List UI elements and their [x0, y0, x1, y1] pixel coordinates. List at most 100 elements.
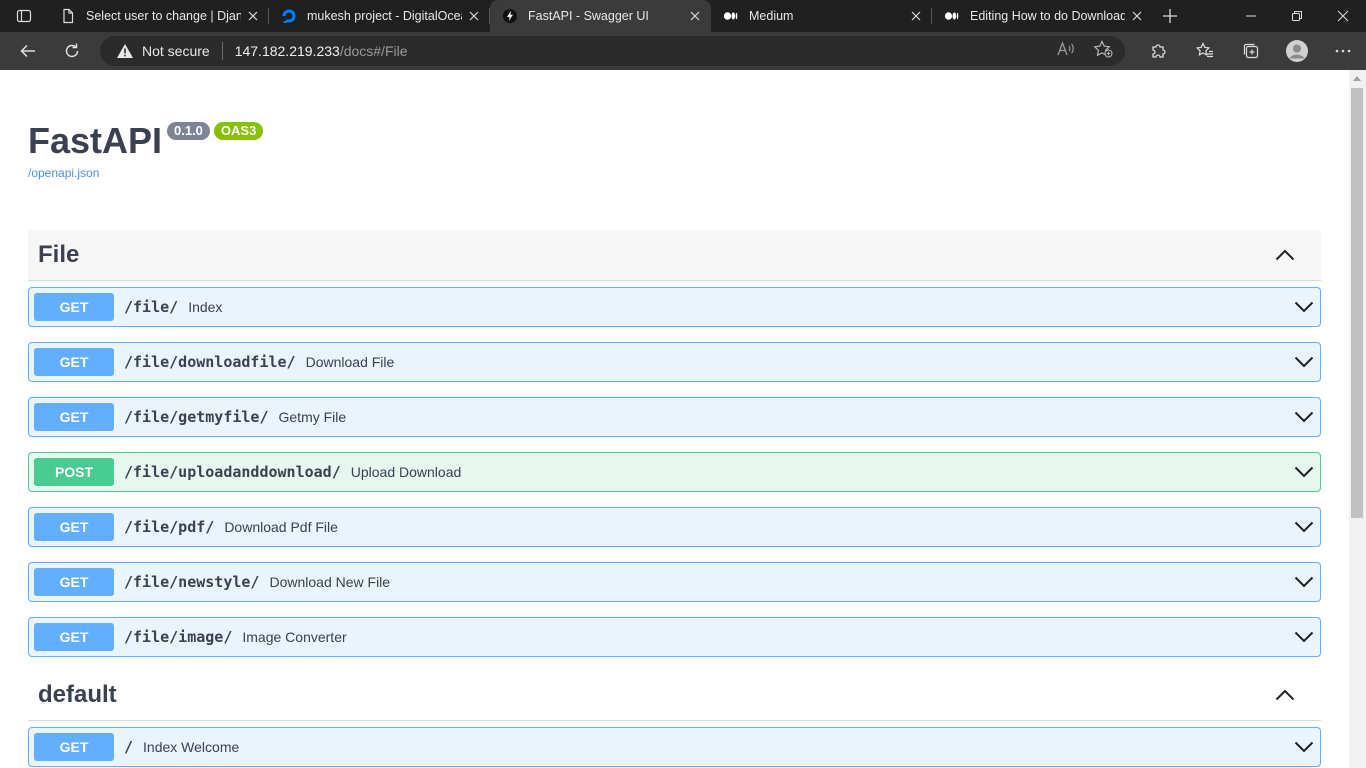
operation-path: /file/uploadanddownload/ [124, 463, 341, 481]
operation-path: /file/pdf/ [124, 518, 215, 536]
close-window-button[interactable] [1320, 0, 1366, 32]
window-controls [1228, 0, 1366, 32]
back-arrow-icon [20, 44, 35, 58]
minimize-button[interactable] [1228, 0, 1274, 32]
method-badge: GET [34, 733, 114, 761]
section-header-default[interactable]: default [28, 670, 1321, 721]
method-badge: GET [34, 513, 114, 541]
operation-path: /file/downloadfile/ [124, 353, 296, 371]
profile-button[interactable] [1274, 32, 1320, 70]
chevron-down-icon[interactable] [1292, 735, 1316, 759]
chevron-down-icon[interactable] [1292, 295, 1316, 319]
page-icon [63, 8, 74, 24]
method-badge: GET [34, 348, 114, 376]
extensions-button[interactable] [1136, 32, 1182, 70]
chevron-down-icon[interactable] [1292, 350, 1316, 374]
operation-row[interactable]: POST /file/uploadanddownload/ Upload Dow… [28, 452, 1321, 492]
avatar-icon [1286, 40, 1308, 62]
chevron-down-icon[interactable] [1292, 625, 1316, 649]
operation-path: /file/image/ [124, 628, 233, 646]
more-menu-button[interactable] [1320, 32, 1366, 70]
tab-actions-button[interactable] [0, 0, 48, 32]
add-favorite-icon[interactable] [1093, 39, 1113, 63]
chevron-down-icon[interactable] [1292, 460, 1316, 484]
section-header-file[interactable]: File [28, 230, 1321, 281]
restore-button[interactable] [1274, 0, 1320, 32]
address-bar[interactable]: Not secure 147.182.219.233/docs#/File [100, 36, 1125, 66]
browser-tab-strip: Select user to change | Django site admi… [0, 0, 1366, 32]
operation-path: /file/ [124, 298, 179, 316]
operation-row[interactable]: GET / Index Welcome [28, 727, 1321, 767]
method-badge: POST [34, 458, 114, 486]
url-path: /docs#/File [339, 43, 408, 59]
close-tab-icon[interactable] [245, 8, 261, 24]
chevron-down-icon[interactable] [1292, 570, 1316, 594]
operation-row[interactable]: GET /file/downloadfile/ Download File [28, 342, 1321, 382]
operation-row[interactable]: GET /file/ Index [28, 287, 1321, 327]
chevron-down-icon[interactable] [1292, 515, 1316, 539]
section-title: default [38, 681, 117, 708]
method-badge: GET [34, 403, 114, 431]
refresh-button[interactable] [50, 35, 94, 67]
read-aloud-icon[interactable] [1057, 40, 1075, 62]
fastapi-icon [503, 9, 517, 23]
tab-title: Editing How to do Download File [970, 9, 1125, 23]
favorites-button[interactable] [1182, 32, 1228, 70]
collections-icon [1243, 43, 1259, 59]
tab-title: mukesh project - DigitalOcean [307, 9, 462, 23]
browser-tab[interactable]: Editing How to do Download File [932, 0, 1153, 32]
openapi-json-link[interactable]: /openapi.json [28, 166, 99, 180]
close-tab-icon[interactable] [908, 8, 924, 24]
chevron-up-icon[interactable] [1273, 243, 1297, 267]
address-divider [221, 42, 223, 60]
swagger-page: FastAPI 0.1.0 OAS3 /openapi.json File GE… [0, 70, 1349, 768]
scrollbar-thumb[interactable] [1351, 88, 1363, 518]
browser-tab[interactable]: mukesh project - DigitalOcean [269, 0, 490, 32]
close-icon [1337, 10, 1349, 22]
operation-row[interactable]: GET /file/pdf/ Download Pdf File [28, 507, 1321, 547]
new-tab-button[interactable] [1153, 0, 1187, 32]
operation-summary: Download New File [269, 574, 391, 590]
operation-summary: Index [188, 299, 223, 315]
method-badge: GET [34, 568, 114, 596]
url-host: 147.182.219.233 [234, 43, 340, 59]
warning-icon[interactable] [116, 42, 134, 60]
close-tab-icon[interactable] [687, 8, 703, 24]
section-title: File [38, 241, 80, 268]
browser-toolbar: Not secure 147.182.219.233/docs#/File [0, 32, 1366, 70]
plus-icon [1163, 9, 1177, 23]
tab-title: Medium [749, 9, 794, 23]
browser-tab-active[interactable]: FastAPI - Swagger UI [490, 0, 711, 32]
tab-title: FastAPI - Swagger UI [528, 9, 649, 23]
method-badge: GET [34, 623, 114, 651]
scroll-up-arrow-icon[interactable] [1353, 76, 1361, 81]
close-tab-icon[interactable] [1129, 8, 1145, 24]
chevron-down-icon[interactable] [1292, 405, 1316, 429]
operation-row[interactable]: GET /file/getmyfile/ Getmy File [28, 397, 1321, 437]
oas-badge: OAS3 [213, 122, 264, 140]
ellipsis-icon [1335, 49, 1351, 53]
operation-summary: Download File [305, 354, 395, 370]
browser-tab[interactable]: Medium [711, 0, 932, 32]
operation-summary: Upload Download [350, 464, 462, 480]
puzzle-icon [1152, 44, 1166, 58]
restore-icon [1292, 11, 1302, 21]
operation-row[interactable]: GET /file/newstyle/ Download New File [28, 562, 1321, 602]
browser-tab[interactable]: Select user to change | Django site admi… [48, 0, 269, 32]
version-badge: 0.1.0 [167, 122, 210, 140]
collections-button[interactable] [1228, 32, 1274, 70]
security-label[interactable]: Not secure [142, 43, 210, 59]
vertical-scrollbar[interactable] [1349, 70, 1366, 768]
close-tab-icon[interactable] [466, 8, 482, 24]
chevron-up-icon[interactable] [1273, 683, 1297, 707]
toolbar-right [1136, 32, 1366, 70]
page-title: FastAPI [28, 120, 163, 161]
back-button[interactable] [6, 35, 50, 67]
medium-icon [723, 12, 738, 20]
operation-path: /file/getmyfile/ [124, 408, 269, 426]
operation-summary: Getmy File [278, 409, 347, 425]
tab-actions-icon [16, 9, 32, 23]
operation-summary: Download Pdf File [224, 519, 338, 535]
operation-row[interactable]: GET /file/image/ Image Converter [28, 617, 1321, 657]
operation-summary: Image Converter [242, 629, 347, 645]
